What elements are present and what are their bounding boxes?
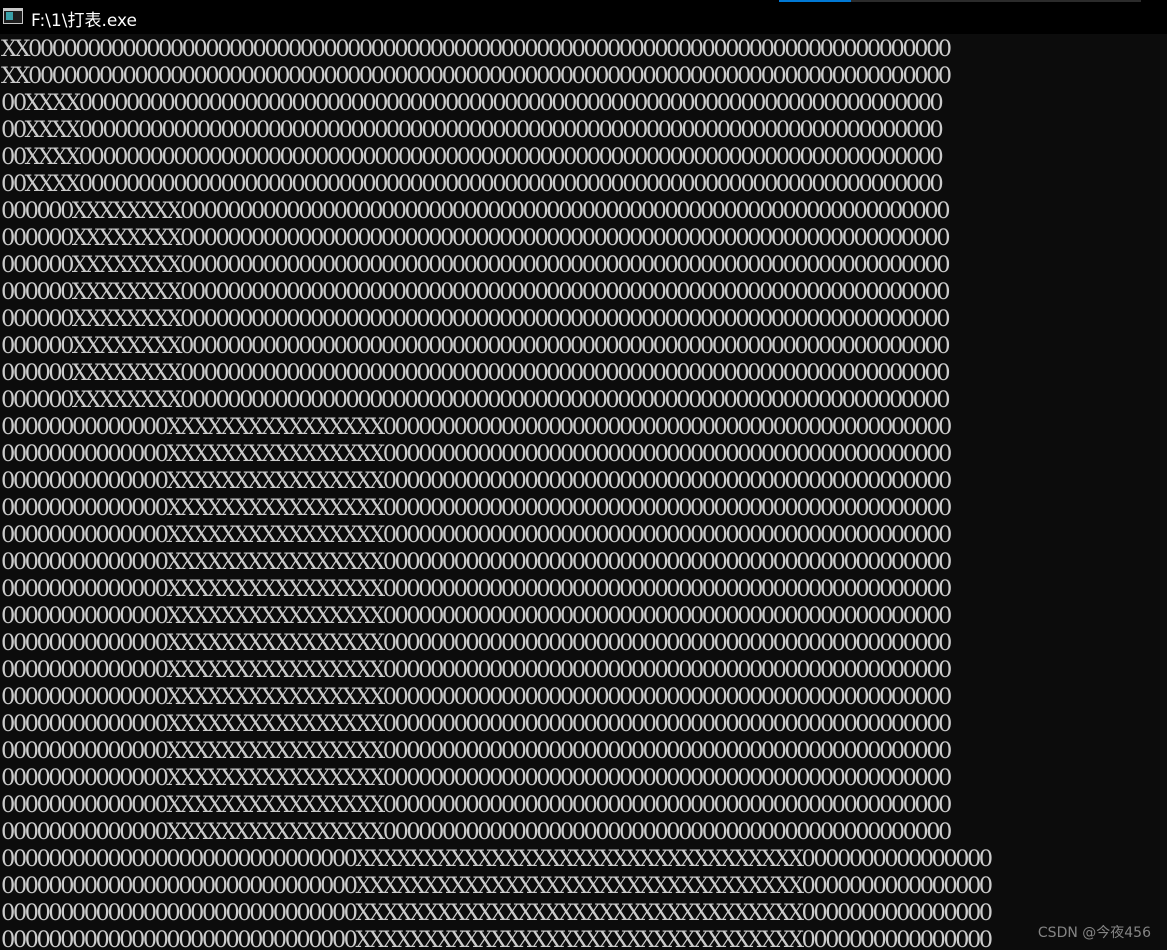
console-line: 000000XXXXXXXX00000000000000000000000000… [1,360,951,386]
console-line: 00000000000000XXXXXXXXXXXXXXXX0000000000… [1,522,952,548]
console-line: 00000000000000XXXXXXXXXXXXXXXX0000000000… [1,711,952,737]
console-line: 000000000000000000000000000000XXXXXXXXXX… [1,846,993,872]
console-line: 00000000000000XXXXXXXXXXXXXXXX0000000000… [1,792,952,818]
console-line: 000000000000000000000000000000XXXXXXXXXX… [1,900,993,926]
console-line: 00XXXX0000000000000000000000000000000000… [1,171,944,197]
console-line: 00XXXX0000000000000000000000000000000000… [1,144,944,170]
console-app-icon[interactable] [3,8,23,24]
console-line: 000000000000000000000000000000XXXXXXXXXX… [1,927,993,950]
console-line: 00000000000000XXXXXXXXXXXXXXXX0000000000… [1,549,952,575]
console-line: 00000000000000XXXXXXXXXXXXXXXX0000000000… [1,657,952,683]
console-line: 00000000000000XXXXXXXXXXXXXXXX0000000000… [1,684,952,710]
icon-bar [4,9,22,11]
console-line: 00000000000000XXXXXXXXXXXXXXXX0000000000… [1,576,952,602]
console-output[interactable]: XX00000000000000000000000000000000000000… [1,36,1131,950]
console-line: 000000XXXXXXXX00000000000000000000000000… [1,387,951,413]
console-line: 00XXXX0000000000000000000000000000000000… [1,90,944,116]
progress-indicator [779,0,851,2]
console-line: 00000000000000XXXXXXXXXXXXXXXX0000000000… [1,630,952,656]
watermark: CSDN @今夜456 [1037,925,1151,941]
console-line: 000000XXXXXXXX00000000000000000000000000… [1,225,951,251]
console-line: 00000000000000XXXXXXXXXXXXXXXX0000000000… [1,738,952,764]
console-line: 000000XXXXXXXX00000000000000000000000000… [1,279,951,305]
console-line: 00000000000000XXXXXXXXXXXXXXXX0000000000… [1,414,952,440]
console-window: F:\1\打表.exe XX00000000000000000000000000… [0,0,1167,950]
console-line: 000000XXXXXXXX00000000000000000000000000… [1,198,951,224]
console-line: 00000000000000XXXXXXXXXXXXXXXX0000000000… [1,819,952,845]
console-line: XX00000000000000000000000000000000000000… [1,63,952,89]
console-line: 00000000000000XXXXXXXXXXXXXXXX0000000000… [1,603,952,629]
console-line: 000000XXXXXXXX00000000000000000000000000… [1,333,951,359]
window-title: F:\1\打表.exe [31,11,138,31]
console-line: 000000000000000000000000000000XXXXXXXXXX… [1,873,993,899]
console-line: 00000000000000XXXXXXXXXXXXXXXX0000000000… [1,441,952,467]
console-line: 00000000000000XXXXXXXXXXXXXXXX0000000000… [1,495,952,521]
title-bar[interactable]: F:\1\打表.exe [0,0,1167,34]
console-line: 00000000000000XXXXXXXXXXXXXXXX0000000000… [1,468,952,494]
console-line: 000000XXXXXXXX00000000000000000000000000… [1,252,951,278]
console-line: 00000000000000XXXXXXXXXXXXXXXX0000000000… [1,765,952,791]
icon-inner [6,12,13,20]
console-line: 000000XXXXXXXX00000000000000000000000000… [1,306,951,332]
console-line: XX00000000000000000000000000000000000000… [1,36,952,62]
console-line: 00XXXX0000000000000000000000000000000000… [1,117,944,143]
